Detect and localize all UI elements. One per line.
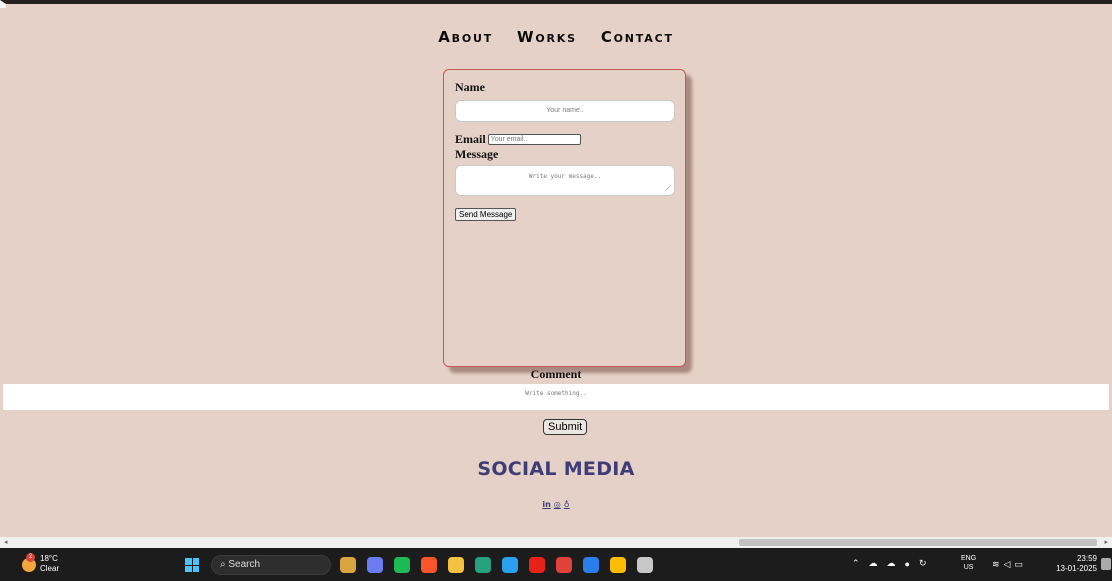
chrome-icon[interactable] [610,557,626,573]
wifi-icon: ≋ [992,559,1004,569]
clock-date: 13-01-2025 [1056,564,1097,573]
battery-icon: ▭ [1014,559,1027,569]
name-input[interactable]: Your name.. [455,100,675,122]
wps-icon[interactable] [556,557,572,573]
social-icons: in ◎ ♁ [0,500,1112,509]
windows-start-icon[interactable] [185,558,199,572]
message-label: Message [455,147,499,161]
weather-icon [22,553,36,572]
browser-top-border [0,0,1112,8]
message-placeholder: Write your message.. [528,173,602,180]
language-indicator[interactable]: ENG US [961,554,976,572]
contact-form-card: Name Your name.. Email Your email.. Mess… [443,69,686,367]
social-media-title: SOCIAL MEDIA [477,458,635,480]
weather-temp: 18°C [40,554,58,563]
horizontal-scrollbar[interactable]: ◂ ▸ [0,537,1112,548]
youtube-icon[interactable] [529,557,545,573]
vscode-icon[interactable] [583,557,599,573]
scrollbar-thumb[interactable] [739,539,1097,546]
send-message-button[interactable]: Send Message [455,208,517,221]
system-tray: ⌃ ☁ ☁ ● ↻ [852,558,927,569]
copilot-icon[interactable] [367,557,383,573]
clock[interactable]: 23:59 13-01-2025 [1049,554,1097,574]
main-nav: About Works Contact [0,28,1112,46]
search-label: Search [228,559,261,570]
email-label: Email [455,132,486,146]
onedrive-icon[interactable]: ☁ [887,558,896,569]
nav-works-link[interactable]: Works [517,28,577,46]
comment-input[interactable]: Write something.. [3,384,1109,410]
system-icons[interactable]: ≋◁▭ [992,559,1027,570]
linkedin-icon[interactable]: in [542,500,550,509]
app-tray-icon[interactable]: ● [905,559,910,569]
name-placeholder: Your name.. [546,107,584,114]
file-explorer-icon[interactable] [340,557,356,573]
instagram-icon[interactable]: ◎ [554,500,561,509]
tray-overflow-icon[interactable]: ⌃ [852,558,860,569]
search-icon: ⌕ [220,559,226,570]
name-label: Name [455,80,485,94]
notification-icon[interactable] [1101,558,1111,570]
nav-about-link[interactable]: About [438,28,493,46]
folder-icon[interactable] [448,557,464,573]
submit-button[interactable]: Submit [543,419,588,435]
weather-desc: Clear [40,564,60,573]
taskbar-search[interactable]: ⌕ Search [211,555,331,575]
email-input[interactable]: Your email.. [487,134,581,145]
email-row: Email Your email.. [455,132,674,147]
resize-grip-icon[interactable]: ⟋ [666,184,671,193]
volume-icon: ◁ [1003,559,1015,569]
taskbar-apps [340,557,653,573]
nav-contact-link[interactable]: Contact [601,28,674,46]
message-textarea[interactable]: Write your message.. ⟋ [455,165,675,196]
weather-widget[interactable]: 18°C Clear [22,553,60,574]
comment-label: Comment [530,367,582,381]
spotify-icon[interactable] [394,557,410,573]
clock-time: 23:59 [1076,554,1097,563]
edu-icon[interactable] [475,557,491,573]
lang-top: ENG [961,555,977,562]
brave-icon[interactable] [421,557,437,573]
comment-placeholder: Write something.. [525,390,587,397]
snip-icon[interactable] [637,557,653,573]
edge-icon[interactable] [502,557,518,573]
windows-taskbar: 18°C Clear ⌕ Search ⌃ ☁ ☁ ● ↻ ENG US ≋◁▭… [0,548,1112,581]
sync-icon[interactable]: ↻ [919,558,927,569]
scroll-right-icon[interactable]: ▸ [1104,538,1108,546]
lang-bottom: US [963,564,974,571]
cloud-icon[interactable]: ☁ [869,558,878,569]
email-placeholder: Your email.. [490,136,528,143]
github-icon[interactable]: ♁ [564,500,570,509]
scroll-left-icon[interactable]: ◂ [4,538,8,546]
